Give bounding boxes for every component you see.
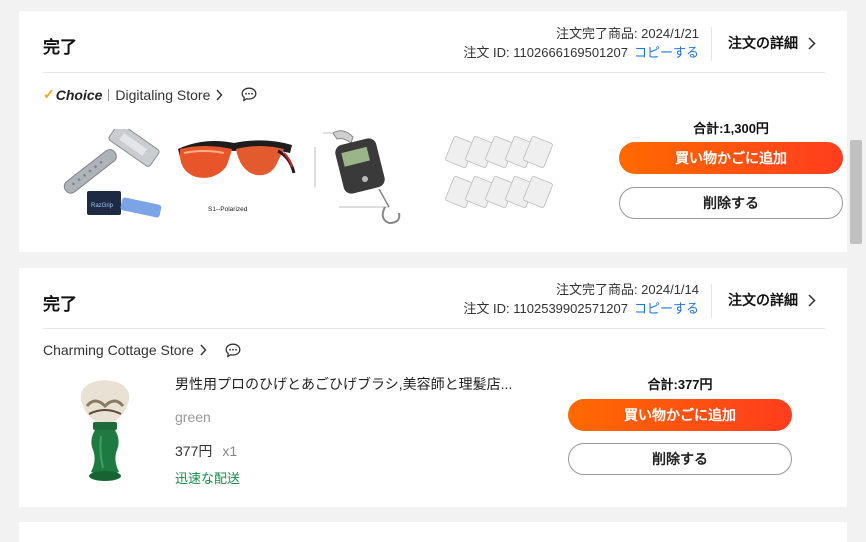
delete-button[interactable]: 削除する [619, 187, 843, 219]
store-name-link[interactable]: Digitaling Store [115, 87, 210, 103]
order-meta: 注文完了商品: 2024/1/14 注文 ID: 110253990257120… [463, 280, 699, 318]
luggage-scale-image[interactable] [309, 127, 421, 227]
order-card [19, 522, 847, 542]
delete-button[interactable]: 削除する [568, 443, 792, 475]
order-card: 完了 注文完了商品: 2024/1/14 注文 ID: 110253990257… [19, 268, 847, 507]
chat-icon[interactable] [225, 343, 241, 358]
order-total: 合計:377円 [647, 377, 713, 392]
copy-order-id-link[interactable]: コピーする [634, 301, 699, 316]
order-meta: 注文完了商品: 2024/1/21 注文 ID: 110266616950120… [463, 24, 699, 62]
product-name-link[interactable]: 男性用プロのひげとあごひげブラシ,美容師と理髪店... [175, 374, 512, 394]
store-name-link[interactable]: Charming Cottage Store [43, 342, 194, 358]
product-caption: S1--Polarized [208, 206, 248, 213]
chevron-right-icon [808, 36, 816, 50]
razor-image[interactable]: RazGrip [49, 129, 163, 221]
order-status: 完了 [43, 38, 77, 57]
product-quantity: x1 [222, 443, 238, 459]
order-detail-label: 注文の詳細 [728, 35, 798, 51]
choice-label: Choice [55, 86, 103, 103]
product-price-row: 377円 x1 [175, 441, 237, 461]
store-row: ✓ Choice Digitaling Store [43, 86, 257, 103]
chevron-right-icon [808, 293, 816, 307]
chat-icon[interactable] [241, 87, 257, 102]
chevron-right-icon[interactable] [200, 344, 207, 356]
order-card: 完了 注文完了商品: 2024/1/21 注文 ID: 110266616950… [19, 11, 847, 252]
order-detail-label: 注文の詳細 [728, 292, 798, 308]
razor-blades-image[interactable] [443, 135, 555, 215]
order-detail-link[interactable]: 注文の詳細 [728, 33, 816, 53]
shipping-badge: 迅速な配送 [175, 471, 241, 486]
order-date: 注文完了商品: 2024/1/21 [555, 26, 699, 41]
divider [43, 328, 825, 329]
add-to-cart-button[interactable]: 買い物かごに追加 [619, 142, 843, 174]
product-price: 377円 [175, 443, 213, 459]
order-status: 完了 [43, 295, 77, 314]
order-id: 注文 ID: 1102539902571207 [463, 301, 628, 316]
check-icon: ✓ [43, 86, 55, 102]
product-variant: green [175, 409, 211, 425]
scrollbar-thumb[interactable] [850, 140, 862, 244]
order-total: 合計:1,300円 [693, 121, 769, 136]
order-id: 注文 ID: 1102666169501207 [463, 45, 628, 60]
shaving-brush-image[interactable] [73, 376, 137, 486]
sunglasses-image[interactable]: S1--Polarized [174, 131, 296, 215]
divider [108, 88, 110, 101]
svg-text:RazGrip: RazGrip [91, 203, 114, 209]
divider [43, 72, 825, 73]
order-detail-link[interactable]: 注文の詳細 [728, 290, 816, 310]
choice-badge: ✓ Choice [43, 86, 102, 103]
order-date: 注文完了商品: 2024/1/14 [555, 282, 699, 297]
store-row: Charming Cottage Store [43, 342, 241, 358]
divider [711, 284, 712, 318]
add-to-cart-button[interactable]: 買い物かごに追加 [568, 399, 792, 431]
copy-order-id-link[interactable]: コピーする [634, 45, 699, 60]
chevron-right-icon[interactable] [216, 89, 223, 101]
divider [711, 27, 712, 61]
